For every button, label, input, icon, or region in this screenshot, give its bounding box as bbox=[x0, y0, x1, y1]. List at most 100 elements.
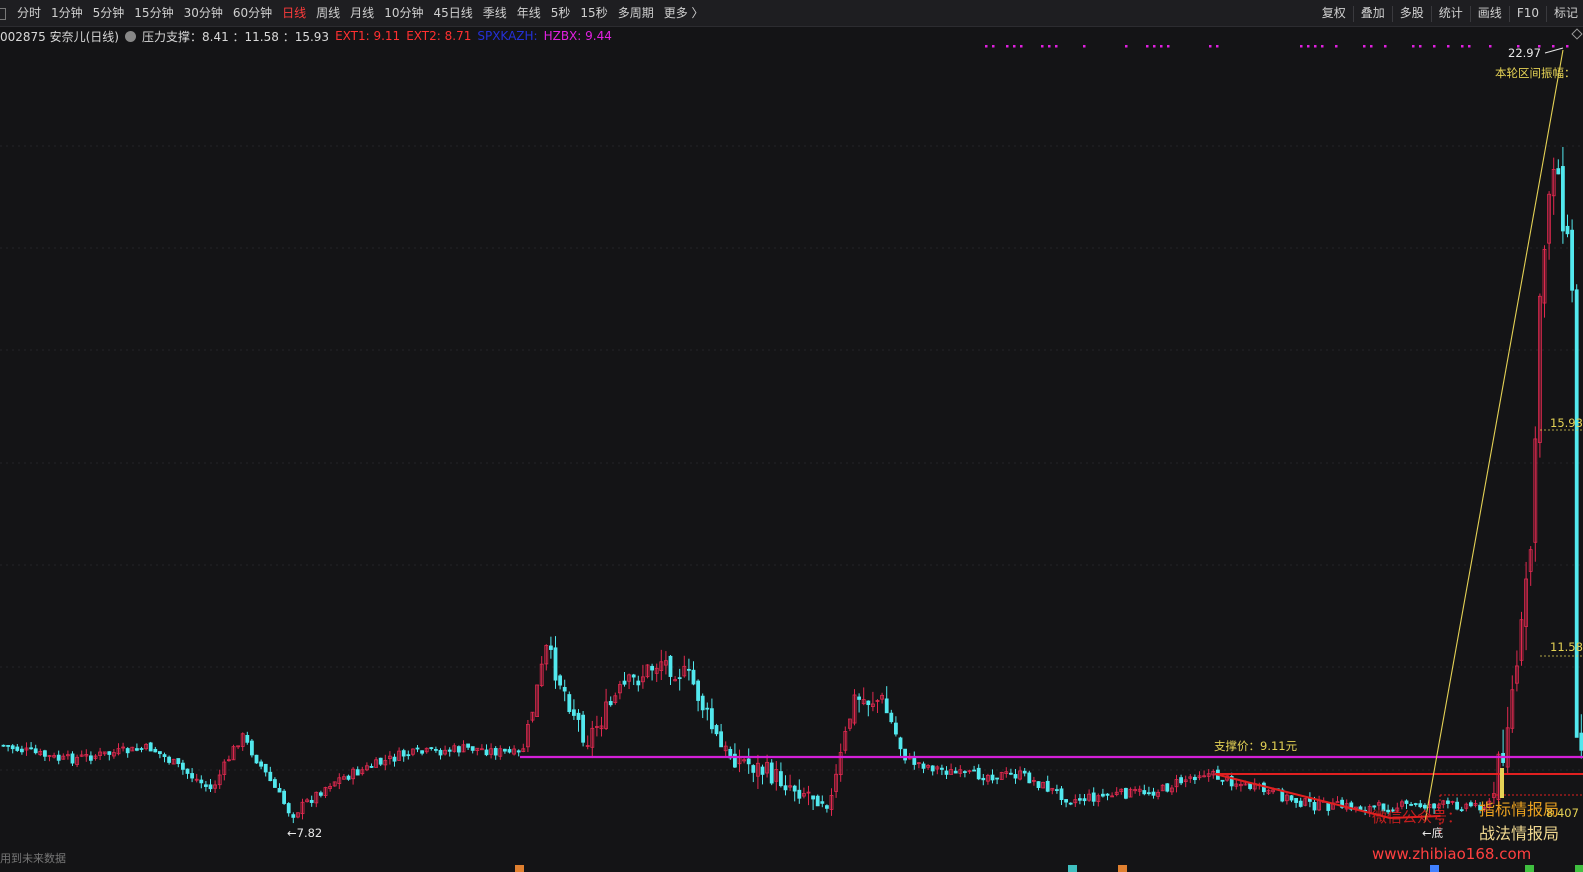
period-tab[interactable]: 15分钟 bbox=[129, 0, 178, 27]
candle-body bbox=[1574, 289, 1579, 738]
candle-body bbox=[6, 745, 10, 747]
candle-body bbox=[249, 740, 254, 756]
candle-body bbox=[259, 761, 264, 767]
toolbar-separator bbox=[1391, 5, 1393, 22]
obscured-watermark: 微信公众号： bbox=[1372, 808, 1463, 826]
candle-body bbox=[107, 751, 112, 755]
tool-button[interactable]: 复权 bbox=[1317, 0, 1351, 27]
signal-dot bbox=[1048, 45, 1051, 48]
candle-body bbox=[291, 814, 296, 818]
support-price-label: 支撑价：9.11元 bbox=[1214, 739, 1298, 753]
candle-body bbox=[1220, 779, 1225, 782]
kline-chart[interactable] bbox=[0, 45, 1583, 872]
candle-body bbox=[1579, 732, 1583, 751]
candle-body bbox=[581, 714, 585, 743]
candle-body bbox=[1022, 770, 1027, 774]
tool-button[interactable]: F10 bbox=[1512, 0, 1544, 27]
candle-body bbox=[268, 771, 273, 782]
period-tab[interactable]: 10分钟 bbox=[379, 0, 428, 27]
candle-body bbox=[157, 751, 162, 755]
candle-body bbox=[369, 766, 374, 768]
candle-body bbox=[139, 748, 144, 750]
tool-button[interactable]: 统计 bbox=[1434, 0, 1468, 27]
candle-body bbox=[1036, 781, 1041, 788]
candle-body bbox=[1027, 772, 1032, 784]
candle-body bbox=[1165, 783, 1170, 792]
candle-body bbox=[1179, 777, 1183, 784]
signal-dot bbox=[1363, 45, 1366, 48]
candle-body bbox=[622, 680, 627, 685]
tool-button[interactable]: 画线 bbox=[1473, 0, 1507, 27]
candle-body bbox=[687, 668, 691, 671]
candle-body bbox=[1413, 803, 1418, 805]
period-tab[interactable]: 季线 bbox=[478, 0, 512, 27]
period-tab[interactable]: 45日线 bbox=[428, 0, 477, 27]
candle-body bbox=[572, 709, 576, 716]
period-tab[interactable]: 多周期 bbox=[613, 0, 659, 27]
blue-indicator-value: SPXKAZH: bbox=[477, 29, 538, 43]
period-tab[interactable]: 月线 bbox=[345, 0, 379, 27]
candle-body bbox=[1059, 788, 1064, 801]
period-tab[interactable]: 1分钟 bbox=[46, 0, 88, 27]
candle-body bbox=[1082, 798, 1087, 802]
period-tab[interactable]: 分时 bbox=[12, 0, 46, 27]
candle-body bbox=[1078, 798, 1082, 801]
candle-body bbox=[456, 746, 461, 753]
stock-title[interactable]: 002875 安奈儿(日线) bbox=[0, 28, 119, 45]
candle-body bbox=[1561, 166, 1565, 232]
candle-body bbox=[70, 753, 75, 764]
candle-body bbox=[29, 747, 34, 750]
candle-body bbox=[1289, 795, 1294, 801]
signal-dot bbox=[1489, 45, 1492, 48]
period-tab[interactable]: 30分钟 bbox=[179, 0, 228, 27]
candle-body bbox=[1151, 791, 1156, 796]
diamond-icon[interactable] bbox=[1571, 28, 1583, 40]
candle-body bbox=[972, 769, 976, 772]
window-icon[interactable] bbox=[0, 7, 6, 20]
candle-body bbox=[1193, 776, 1197, 781]
candle-body bbox=[769, 762, 774, 784]
future-data-notice: 用到未来数据 bbox=[0, 852, 66, 865]
candle-body bbox=[650, 665, 654, 671]
period-tab[interactable]: 15秒 bbox=[575, 0, 612, 27]
candle-body bbox=[392, 756, 397, 762]
period-tab[interactable]: 更多 〉 bbox=[659, 0, 709, 27]
toolbar-separator bbox=[1545, 5, 1547, 22]
settings-icon[interactable] bbox=[125, 30, 136, 42]
candle-body bbox=[309, 799, 314, 803]
candle-body bbox=[286, 803, 291, 814]
signal-dot bbox=[992, 45, 995, 48]
toolbar-separator bbox=[1352, 5, 1354, 22]
tool-button[interactable]: 多股 bbox=[1395, 0, 1429, 27]
tool-button[interactable]: 叠加 bbox=[1356, 0, 1390, 27]
candle-body bbox=[56, 754, 61, 761]
candle-body bbox=[990, 774, 995, 781]
candle-body bbox=[1009, 772, 1013, 775]
period-tab[interactable]: 年线 bbox=[512, 0, 546, 27]
period-tab[interactable]: 5分钟 bbox=[88, 0, 130, 27]
candle-body bbox=[553, 647, 558, 681]
candle-body bbox=[1068, 802, 1073, 805]
event-marker bbox=[1430, 865, 1439, 872]
period-tab[interactable]: 60分钟 bbox=[228, 0, 277, 27]
rally-line bbox=[1424, 49, 1564, 823]
event-marker bbox=[1118, 865, 1127, 872]
candle-body bbox=[10, 745, 15, 750]
period-tab[interactable]: 5秒 bbox=[546, 0, 576, 27]
candle-body bbox=[705, 707, 710, 710]
candle-body bbox=[779, 771, 783, 787]
signal-dot bbox=[1468, 45, 1471, 48]
candle-body bbox=[19, 748, 24, 753]
period-tab[interactable]: 周线 bbox=[311, 0, 345, 27]
hzbx-value: HZBX: 9.44 bbox=[543, 29, 612, 43]
period-tab[interactable]: 日线 bbox=[277, 0, 311, 27]
candle-body bbox=[953, 770, 958, 774]
candle-body bbox=[245, 734, 250, 743]
candle-body bbox=[1565, 225, 1570, 235]
tool-button[interactable]: 标记 bbox=[1549, 0, 1583, 27]
candle-body bbox=[1404, 800, 1409, 804]
signal-dot bbox=[1335, 45, 1338, 48]
event-marker bbox=[1525, 865, 1534, 872]
candle-body bbox=[484, 749, 489, 756]
signal-dot bbox=[1300, 45, 1303, 48]
